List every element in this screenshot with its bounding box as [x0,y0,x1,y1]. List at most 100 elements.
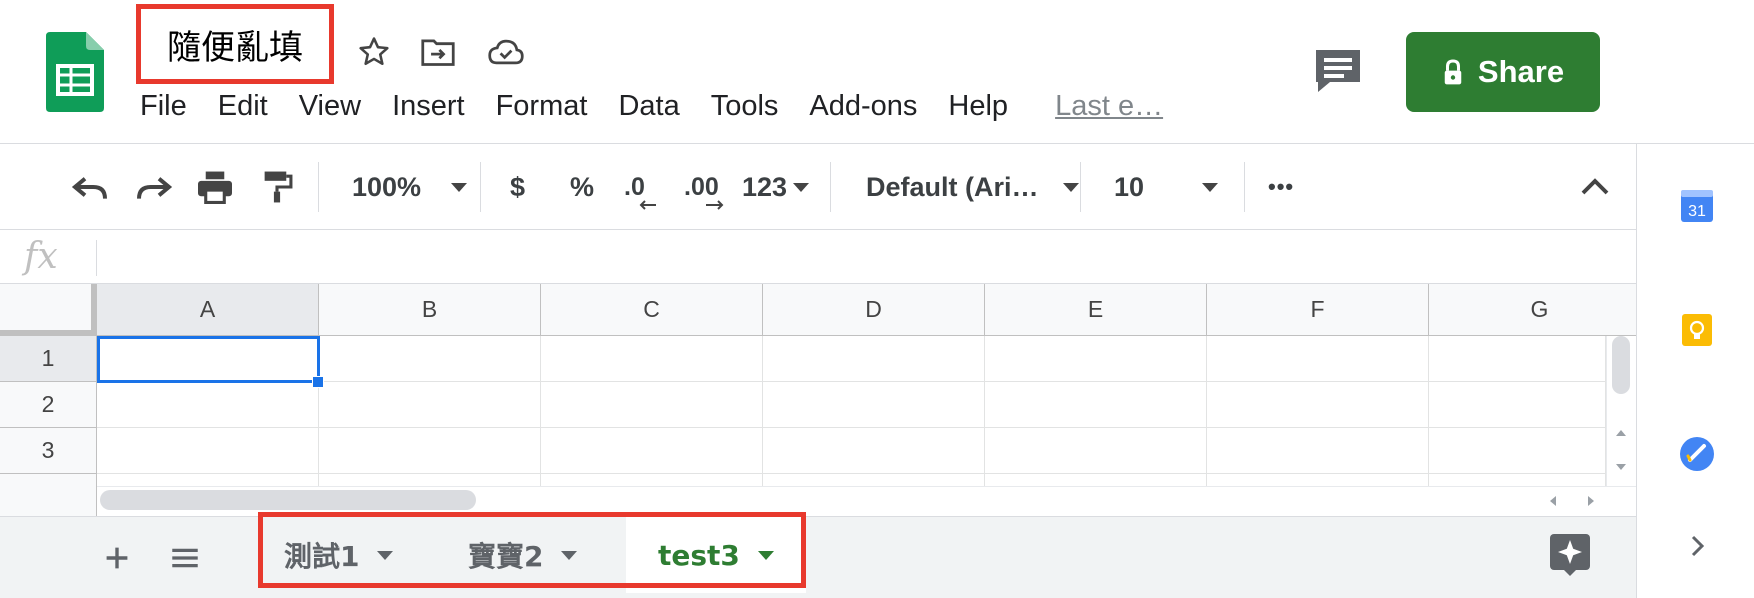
cell-b2[interactable] [319,382,541,428]
scroll-left-icon[interactable] [1540,488,1566,514]
chevron-right-icon[interactable] [1677,526,1717,566]
cell-b1[interactable] [319,336,541,382]
arrow-right-icon [706,200,724,210]
fill-handle[interactable] [312,376,324,388]
cloud-saved-icon[interactable] [486,32,526,72]
select-all-corner[interactable] [0,284,97,336]
spreadsheet-app: 隨便亂填 File Edit View Insert Format Data T… [0,0,1754,598]
tasks-icon[interactable] [1677,434,1717,474]
column-header[interactable]: E [985,284,1207,336]
font-size-value: 10 [1114,171,1145,202]
sheet-tab-3[interactable]: test3 [626,517,806,593]
menu-view[interactable]: View [299,90,361,123]
column-header[interactable]: C [541,284,763,336]
row-header[interactable]: 2 [0,382,97,428]
cell-f3[interactable] [1207,428,1429,474]
share-button[interactable]: Share [1406,32,1600,112]
currency-format-button[interactable]: $ [510,164,525,210]
cell-g1[interactable] [1429,336,1606,382]
menu-data[interactable]: Data [618,90,679,123]
column-header[interactable]: D [763,284,985,336]
cell-e2[interactable] [985,382,1207,428]
formula-divider [96,240,97,276]
comments-icon[interactable] [1312,46,1364,96]
cell-d2[interactable] [763,382,985,428]
cell-f2[interactable] [1207,382,1429,428]
toolbar-divider [480,162,481,212]
more-options-icon: ••• [1268,174,1295,199]
all-sheets-button[interactable] [162,535,208,581]
lock-icon [1444,59,1462,85]
percent-format-button[interactable]: % [570,164,594,210]
cell-d3[interactable] [763,428,985,474]
column-header[interactable]: B [319,284,541,336]
zoom-select[interactable]: 100% [352,164,468,210]
sheets-logo-icon[interactable] [46,32,104,112]
cell-c1[interactable] [541,336,763,382]
keep-icon[interactable] [1677,310,1717,350]
font-family-select[interactable]: Default (Ari… [866,164,1079,210]
horizontal-scrollbar-thumb[interactable] [100,490,476,510]
menu-help[interactable]: Help [948,90,1008,123]
currency-symbol: $ [510,171,526,202]
column-header[interactable]: A [97,284,319,336]
calendar-icon[interactable]: 31 [1677,186,1717,226]
calendar-day: 31 [1688,203,1706,220]
cell-d1[interactable] [763,336,985,382]
undo-icon[interactable] [70,164,110,210]
redo-icon[interactable] [134,164,174,210]
cell-a3[interactable] [97,428,319,474]
cell-g2[interactable] [1429,382,1606,428]
print-icon[interactable] [196,164,234,210]
spreadsheet-grid: A B C D E F G 1 2 3 [0,284,1636,516]
cell-e1[interactable] [985,336,1207,382]
collapse-toolbar-button[interactable] [1580,164,1610,210]
row-header[interactable]: 1 [0,336,97,382]
menu-insert[interactable]: Insert [392,90,465,123]
zoom-value: 100% [352,171,422,202]
document-title-highlight: 隨便亂填 [136,4,334,84]
percent-symbol: % [570,171,595,202]
menu-file[interactable]: File [140,90,187,123]
plus-icon [106,547,128,569]
cell-a2[interactable] [97,382,319,428]
cell-c2[interactable] [541,382,763,428]
sheet-tab-1[interactable]: 測試1 [252,517,436,593]
row-header[interactable]: 3 [0,428,97,474]
add-sheet-button[interactable] [94,535,140,581]
cell-f1[interactable] [1207,336,1429,382]
chevron-down-icon [1202,182,1219,192]
sheet-tab-2[interactable]: 寶寶2 [436,517,626,593]
cell-c3[interactable] [541,428,763,474]
menu-edit[interactable]: Edit [218,90,268,123]
font-size-select[interactable]: 10 [1114,164,1219,210]
cell-b3[interactable] [319,428,541,474]
star-icon[interactable] [354,32,394,72]
last-edit-link[interactable]: Last e… [1055,90,1163,123]
font-family-value: Default (Ari… [866,171,1039,202]
more-options-button[interactable]: ••• [1268,164,1294,210]
menu-bar: File Edit View Insert Format Data Tools … [140,86,1163,126]
column-header[interactable]: G [1429,284,1636,336]
menu-add-ons[interactable]: Add-ons [809,90,917,123]
increase-decimal-button[interactable]: .00 [684,164,724,210]
explore-icon[interactable] [1546,530,1594,578]
vertical-scrollbar-thumb[interactable] [1612,336,1630,394]
cell-e3[interactable] [985,428,1207,474]
row-header[interactable] [0,474,97,516]
scroll-down-icon[interactable] [1606,454,1636,480]
formula-bar: fx [0,230,1636,284]
document-title[interactable]: 隨便亂填 [167,20,303,69]
column-header[interactable]: F [1207,284,1429,336]
menu-tools[interactable]: Tools [711,90,779,123]
more-formats-select[interactable]: 123 [742,164,810,210]
move-to-folder-icon[interactable] [418,32,458,72]
scroll-up-icon[interactable] [1606,420,1636,446]
menu-format[interactable]: Format [496,90,588,123]
formula-input[interactable] [100,234,1620,280]
decrease-decimal-button[interactable]: .0 [624,164,656,210]
chevron-down-icon [793,182,810,192]
paint-format-icon[interactable] [260,164,294,210]
scroll-right-icon[interactable] [1578,488,1604,514]
cell-g3[interactable] [1429,428,1606,474]
